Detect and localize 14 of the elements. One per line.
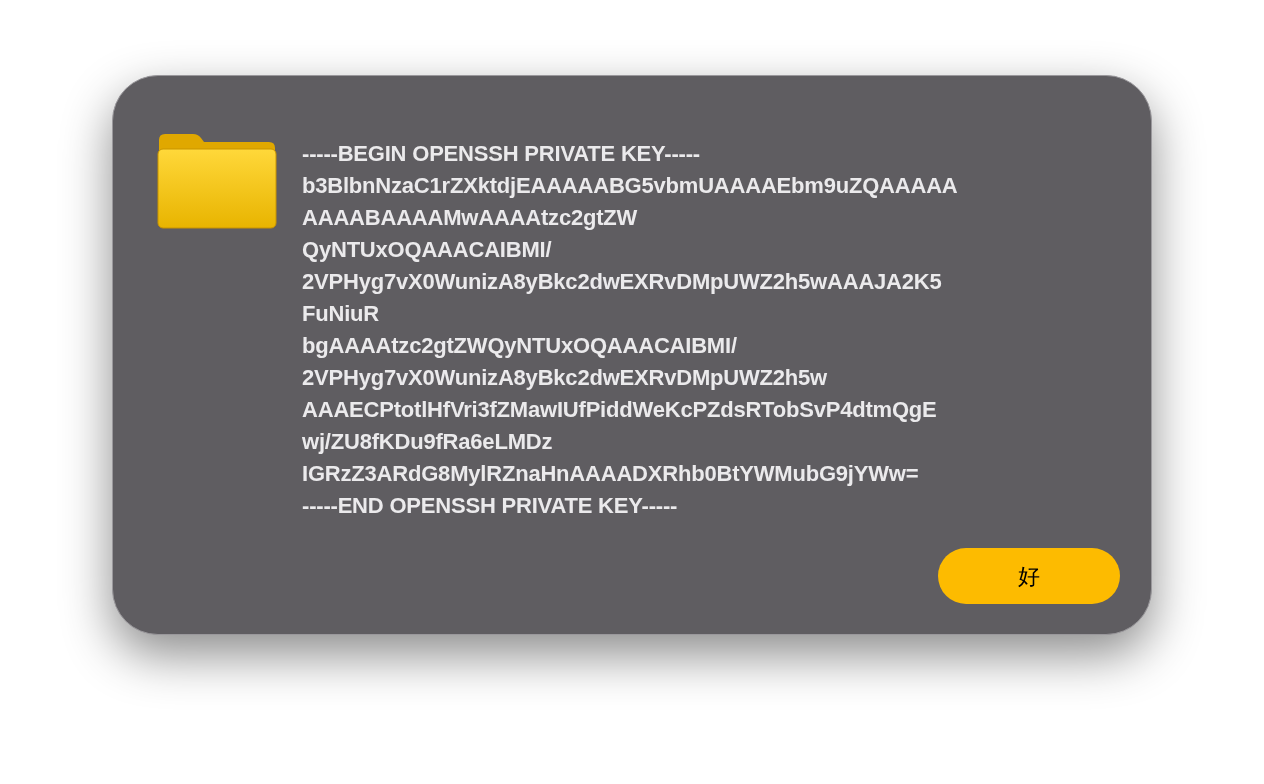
message-line: 2VPHyg7vX0WunizA8yBkc2dwEXRvDMpUWZ2h5wAAAJA2K5 xyxy=(302,268,942,296)
message-line: -----END OPENSSH PRIVATE KEY----- xyxy=(302,492,678,520)
message-line: bgAAAAtzc2gtZWQyNTUxOQAAACAIBMI/ xyxy=(302,332,737,360)
message-line: IGRzZ3ARdG8MylRZnaHnAAAADXRhb0BtYWMubG9jYWw= xyxy=(302,460,919,488)
message-line: QyNTUxOQAAACAIBMI/ xyxy=(302,236,552,264)
folder-icon xyxy=(157,132,277,230)
ok-button[interactable]: 好 xyxy=(938,548,1120,604)
message-line: wj/ZU8fKDu9fRa6eLMDz xyxy=(302,428,553,456)
message-line: AAAECPtotlHfVri3fZMawIUfPiddWeKcPZdsRTobSvP4dtmQgE xyxy=(302,396,937,424)
message-line: 2VPHyg7vX0WunizA8yBkc2dwEXRvDMpUWZ2h5w xyxy=(302,364,828,392)
message-line: b3BlbnNzaC1rZXktdjEAAAAABG5vbmUAAAAEbm9uZQAAAAA xyxy=(302,172,958,200)
message-line: -----BEGIN OPENSSH PRIVATE KEY----- xyxy=(302,140,700,168)
message-line: AAAABAAAAMwAAAAtzc2gtZW xyxy=(302,204,638,232)
message-line: FuNiuR xyxy=(302,300,379,328)
